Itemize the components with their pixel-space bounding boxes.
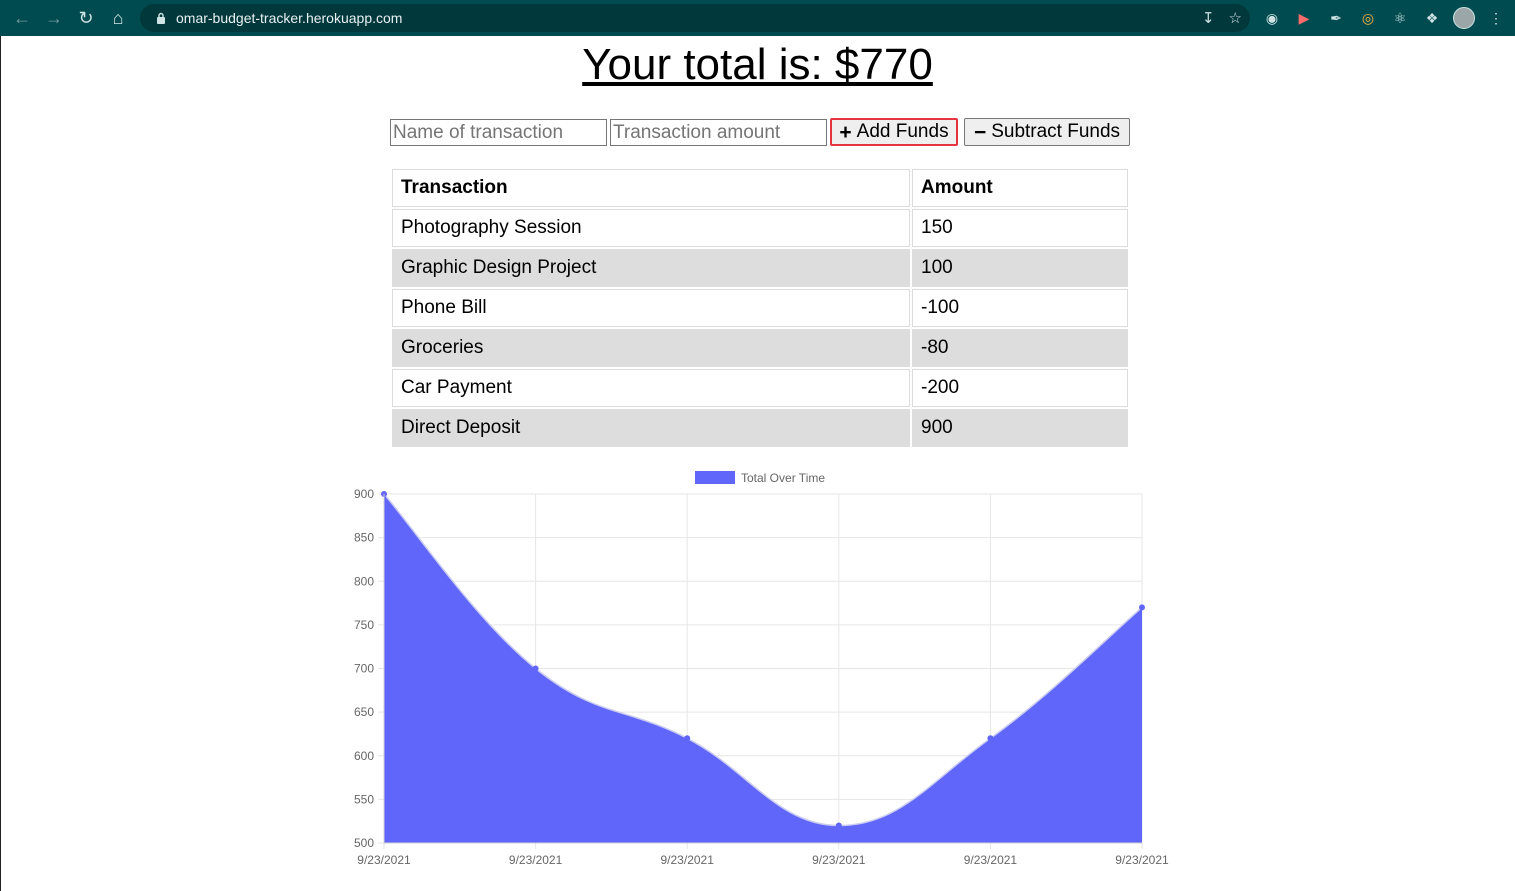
x-tick-label: 9/23/2021 bbox=[661, 853, 715, 867]
table-row: Car Payment -200 bbox=[392, 369, 1128, 407]
x-tick-label: 9/23/2021 bbox=[964, 853, 1018, 867]
browser-toolbar: ← → ↻ ⌂ omar-budget-tracker.herokuapp.co… bbox=[0, 0, 1515, 36]
data-point bbox=[1139, 604, 1145, 611]
browser-menu-icon[interactable]: ⋮ bbox=[1485, 7, 1507, 29]
table-row: Graphic Design Project 100 bbox=[392, 249, 1128, 287]
table-header-row: Transaction Amount bbox=[392, 169, 1128, 207]
y-tick-label: 750 bbox=[354, 618, 374, 632]
add-funds-button[interactable]: + Add Funds bbox=[830, 118, 958, 146]
y-tick-label: 550 bbox=[354, 792, 374, 806]
table-row: Direct Deposit 900 bbox=[392, 409, 1128, 447]
data-point bbox=[532, 665, 539, 672]
total-over-time-chart: 900 850 800 750 700 650 600 550 500 9/23/2021 9/23… bbox=[354, 471, 1169, 867]
transaction-name-cell: Photography Session bbox=[392, 209, 910, 247]
subtract-funds-button[interactable]: − Subtract Funds bbox=[964, 118, 1130, 146]
transaction-amount-cell: 100 bbox=[912, 249, 1128, 287]
transactions-table: Transaction Amount Photography Session 1… bbox=[390, 167, 1130, 449]
extension-eyes-icon[interactable]: ◎ bbox=[1357, 7, 1379, 29]
y-tick-label: 650 bbox=[354, 705, 374, 719]
data-point bbox=[987, 735, 994, 742]
address-bar[interactable]: omar-budget-tracker.herokuapp.com ↧ ☆ bbox=[140, 4, 1250, 32]
y-tick-label: 900 bbox=[354, 487, 374, 501]
transaction-name-cell: Groceries bbox=[392, 329, 910, 367]
extensions-puzzle-icon[interactable]: ❖ bbox=[1421, 7, 1443, 29]
plus-icon: + bbox=[839, 120, 852, 144]
transaction-amount-cell: 150 bbox=[912, 209, 1128, 247]
y-tick-label: 600 bbox=[354, 749, 374, 763]
extension-pen-icon[interactable]: ✒ bbox=[1325, 7, 1347, 29]
x-tick-label: 9/23/2021 bbox=[357, 853, 411, 867]
transaction-name-cell: Phone Bill bbox=[392, 289, 910, 327]
y-tick-label: 500 bbox=[354, 836, 374, 850]
transaction-amount-cell: -200 bbox=[912, 369, 1128, 407]
profile-avatar[interactable] bbox=[1453, 7, 1475, 29]
legend-swatch bbox=[695, 471, 735, 484]
home-icon[interactable]: ⌂ bbox=[102, 0, 134, 36]
header-amount: Amount bbox=[912, 169, 1128, 207]
bookmark-star-icon[interactable]: ☆ bbox=[1229, 9, 1242, 27]
x-tick-label: 9/23/2021 bbox=[509, 853, 563, 867]
lock-icon bbox=[154, 11, 168, 25]
y-tick-label: 700 bbox=[354, 662, 374, 676]
extension-record-icon[interactable]: ▶ bbox=[1293, 7, 1315, 29]
install-icon[interactable]: ↧ bbox=[1202, 9, 1215, 27]
extension-bulb-icon[interactable]: ◉ bbox=[1261, 7, 1283, 29]
window-edge bbox=[0, 36, 1, 891]
table-row: Groceries -80 bbox=[392, 329, 1128, 367]
y-tick-label: 800 bbox=[354, 574, 374, 588]
subtract-funds-label: Subtract Funds bbox=[991, 121, 1121, 142]
data-point bbox=[684, 735, 691, 742]
header-transaction: Transaction bbox=[392, 169, 910, 207]
back-arrow-icon[interactable]: ← bbox=[6, 0, 38, 36]
x-tick-label: 9/23/2021 bbox=[1115, 853, 1169, 867]
transaction-name-input[interactable] bbox=[390, 119, 607, 146]
x-tick-label: 9/23/2021 bbox=[812, 853, 866, 867]
table-row: Photography Session 150 bbox=[392, 209, 1128, 247]
transaction-name-cell: Car Payment bbox=[392, 369, 910, 407]
transaction-amount-cell: -100 bbox=[912, 289, 1128, 327]
transaction-name-cell: Graphic Design Project bbox=[392, 249, 910, 287]
legend-label: Total Over Time bbox=[741, 471, 825, 485]
transaction-amount-cell: -80 bbox=[912, 329, 1128, 367]
forward-arrow-icon[interactable]: → bbox=[38, 0, 70, 36]
minus-icon: − bbox=[973, 120, 987, 144]
transaction-amount-cell: 900 bbox=[912, 409, 1128, 447]
reload-icon[interactable]: ↻ bbox=[70, 0, 102, 36]
table-row: Phone Bill -100 bbox=[392, 289, 1128, 327]
add-funds-label: Add Funds bbox=[856, 121, 949, 142]
url-text: omar-budget-tracker.herokuapp.com bbox=[176, 10, 403, 26]
y-tick-label: 850 bbox=[354, 531, 374, 545]
transaction-amount-input[interactable] bbox=[610, 119, 827, 146]
extension-react-icon[interactable]: ⚛ bbox=[1389, 7, 1411, 29]
transaction-name-cell: Direct Deposit bbox=[392, 409, 910, 447]
data-point bbox=[835, 822, 842, 829]
total-heading: Your total is: $770 bbox=[582, 40, 933, 89]
